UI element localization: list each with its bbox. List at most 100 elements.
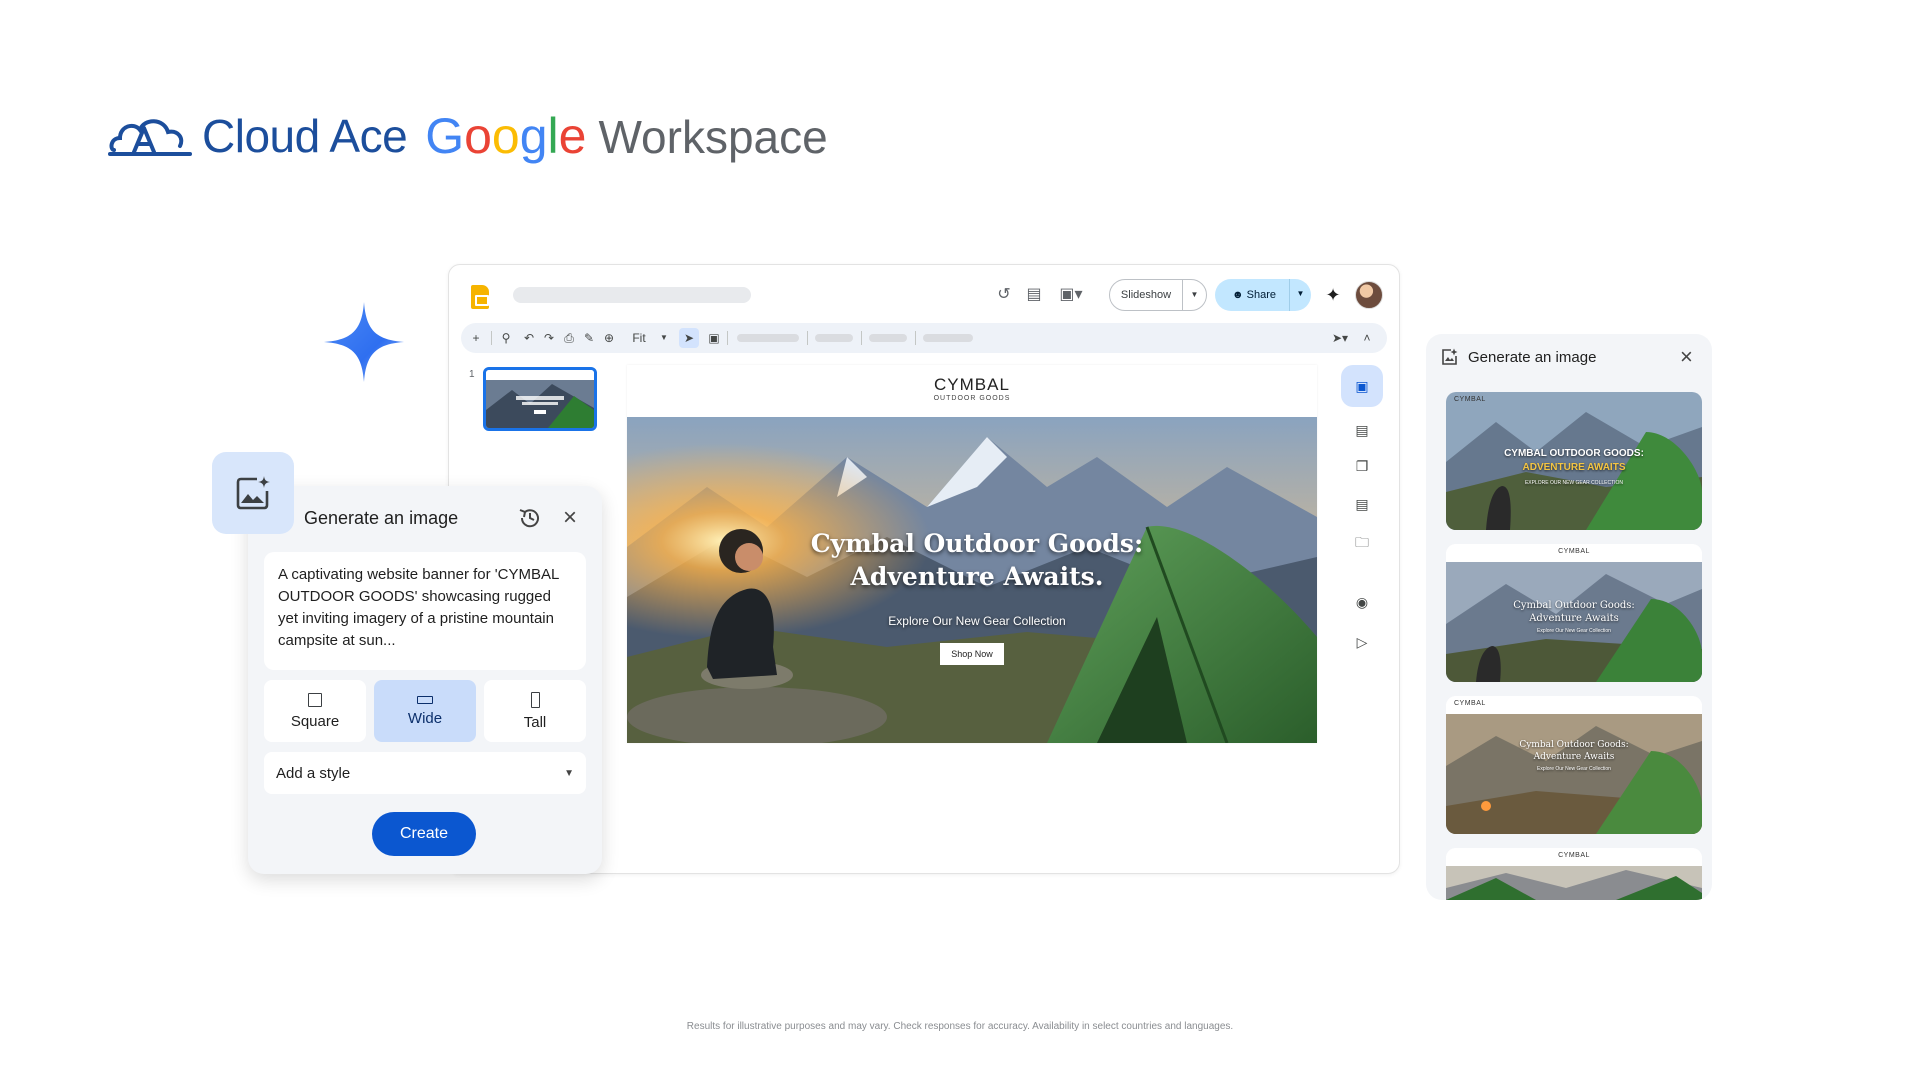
google-letter: o bbox=[464, 108, 492, 164]
result-image[interactable]: CYMBAL Cymbal Outdoor Goods: Adventure A… bbox=[1446, 544, 1702, 682]
zoom-icon[interactable]: ⊕ bbox=[601, 328, 617, 348]
result-image[interactable]: CYMBAL CYMBAL OUTDOOR GOODS: ADVENTURE A… bbox=[1446, 392, 1702, 530]
thumbnail-image bbox=[486, 370, 594, 428]
headline-line: Adventure Awaits. bbox=[850, 562, 1104, 591]
generate-image-icon bbox=[1442, 348, 1458, 365]
redo-icon[interactable]: ↷ bbox=[541, 328, 557, 348]
comment-icon[interactable]: ▤ bbox=[1023, 285, 1045, 305]
google-letter: e bbox=[558, 108, 587, 164]
result-brand: CYMBAL bbox=[1454, 396, 1486, 403]
divider bbox=[727, 331, 728, 345]
editing-toolbar: + ⚲ ↶ ↷ ⎙ ✎ ⊕ Fit ▼ ➤ ▣ ➤▾ ˄ bbox=[461, 323, 1387, 353]
result-image[interactable]: CYMBAL Cymbal Outdoor Goods: Adventure A… bbox=[1446, 696, 1702, 834]
theme-icon[interactable]: ❐ bbox=[1341, 445, 1383, 487]
video-icon[interactable]: ▷ bbox=[1341, 621, 1383, 663]
share-button[interactable]: ☻ Share ▼ bbox=[1215, 279, 1311, 311]
search-icon[interactable]: ⚲ bbox=[497, 328, 515, 348]
textbox-icon[interactable]: ▣ bbox=[705, 328, 723, 348]
slide-thumbnail[interactable] bbox=[483, 367, 597, 431]
people-icon: ☻ bbox=[1232, 289, 1244, 301]
zoom-select[interactable]: Fit bbox=[621, 328, 657, 348]
result-subhead: EXPLORE OUR NEW GEAR COLLECTION bbox=[1524, 480, 1624, 486]
headline-line: Cymbal Outdoor Goods: bbox=[810, 529, 1144, 558]
banner-headline: Cymbal Outdoor Goods: Adventure Awaits. bbox=[777, 527, 1177, 593]
tall-icon bbox=[530, 691, 540, 708]
generate-image-tile[interactable] bbox=[212, 452, 294, 534]
result-headline: Adventure Awaits bbox=[1529, 613, 1619, 624]
slide-brand-sub: OUTDOOR GOODS bbox=[933, 395, 1011, 402]
document-title[interactable] bbox=[513, 287, 751, 303]
shape-wide-button[interactable]: Wide bbox=[374, 680, 476, 742]
shape-tall-button[interactable]: Tall bbox=[484, 680, 586, 742]
shop-now-button[interactable]: Shop Now bbox=[940, 643, 1004, 665]
pen-icon[interactable]: ➤▾ bbox=[1327, 328, 1353, 348]
chevron-down-icon[interactable]: ▼ bbox=[657, 328, 671, 348]
banner-subhead: Explore Our New Gear Collection bbox=[888, 614, 1066, 628]
folder-icon[interactable]: 🗀 bbox=[1341, 521, 1383, 563]
cloud-ace-logo bbox=[108, 119, 192, 156]
zoom-value: Fit bbox=[632, 331, 646, 345]
toolbar-placeholder[interactable] bbox=[869, 334, 907, 342]
style-placeholder: Add a style bbox=[276, 764, 351, 782]
toolbar-placeholder[interactable] bbox=[815, 334, 853, 342]
generate-image-icon[interactable]: ▣ bbox=[1341, 365, 1383, 407]
close-icon[interactable]: × bbox=[1680, 346, 1693, 368]
workspace-wordmark: Workspace bbox=[598, 111, 828, 163]
dropdown-caret-icon: ▼ bbox=[564, 767, 574, 779]
style-dropdown[interactable]: Add a style ▼ bbox=[264, 752, 586, 794]
result-thumbnail bbox=[1446, 696, 1702, 834]
slides-logo[interactable] bbox=[471, 285, 489, 309]
toolbar-placeholder[interactable] bbox=[923, 334, 973, 342]
result-subhead: Explore Our New Gear Collection bbox=[1537, 766, 1611, 772]
panel-title: Generate an image bbox=[1468, 349, 1597, 366]
disclaimer-text: Results for illustrative purposes and ma… bbox=[686, 1021, 1234, 1032]
chevron-down-icon[interactable]: ▼ bbox=[1289, 279, 1311, 311]
close-icon[interactable]: × bbox=[558, 506, 582, 530]
result-headline: ADVENTURE AWAITS bbox=[1522, 462, 1626, 473]
add-icon[interactable]: + bbox=[467, 328, 485, 348]
square-icon bbox=[308, 692, 322, 707]
history-icon[interactable]: ↺ bbox=[993, 285, 1015, 305]
toolbar-placeholder[interactable] bbox=[737, 334, 799, 342]
shape-square-button[interactable]: Square bbox=[264, 680, 366, 742]
image-search-icon[interactable]: ▤ bbox=[1341, 483, 1383, 525]
sparkle-icon[interactable]: ✦ bbox=[1323, 285, 1343, 305]
chevron-up-icon[interactable]: ˄ bbox=[1359, 328, 1375, 348]
share-text: Share bbox=[1246, 289, 1276, 301]
share-label: ☻ Share bbox=[1215, 289, 1289, 301]
result-headline: Adventure Awaits bbox=[1533, 752, 1615, 762]
record-icon[interactable]: ◉ bbox=[1341, 581, 1383, 623]
avatar[interactable] bbox=[1355, 281, 1383, 309]
undo-icon[interactable]: ↶ bbox=[521, 328, 537, 348]
generate-image-icon bbox=[236, 476, 270, 510]
result-brand: CYMBAL bbox=[1558, 852, 1590, 859]
generate-image-card: Generate an image × A captivating websit… bbox=[248, 486, 602, 874]
brand-header: Cloud Ace Google Workspace bbox=[108, 104, 828, 168]
wide-icon bbox=[417, 695, 433, 704]
result-thumbnail bbox=[1446, 392, 1702, 530]
slideshow-button[interactable]: Slideshow ▼ bbox=[1109, 279, 1207, 311]
history-icon[interactable] bbox=[516, 504, 544, 532]
cloud-ace-wordmark: Cloud Ace bbox=[202, 110, 408, 162]
paint-format-icon[interactable]: ✎ bbox=[581, 328, 597, 348]
create-button[interactable]: Create bbox=[372, 812, 476, 856]
google-letter: G bbox=[425, 108, 465, 164]
aspect-ratio-selector: Square Wide Tall bbox=[264, 680, 586, 742]
divider bbox=[491, 331, 492, 345]
side-rail: ▣ ▤ ❐ ▤ 🗀 ◉ ▷ bbox=[1341, 365, 1383, 675]
shape-label: Square bbox=[290, 712, 340, 730]
print-icon[interactable]: ⎙ bbox=[561, 328, 577, 348]
result-brand: CYMBAL bbox=[1454, 700, 1486, 707]
camera-icon[interactable]: ▣▾ bbox=[1055, 285, 1087, 305]
banner-image[interactable]: Cymbal Outdoor Goods: Adventure Awaits. … bbox=[627, 417, 1317, 743]
google-wordmark: Google Workspace bbox=[425, 107, 828, 165]
divider bbox=[915, 331, 916, 345]
slide-brand: CYMBAL bbox=[934, 375, 1010, 394]
result-image[interactable]: CYMBAL bbox=[1446, 848, 1702, 900]
chevron-down-icon[interactable]: ▼ bbox=[1182, 280, 1206, 310]
cursor-icon[interactable]: ➤ bbox=[679, 328, 699, 348]
result-headline: CYMBAL OUTDOOR GOODS: bbox=[1504, 448, 1644, 459]
slide-canvas[interactable]: CYMBAL OUTDOOR GOODS Cymbal Outdoor Good… bbox=[627, 365, 1317, 743]
result-headline: Cymbal Outdoor Goods: bbox=[1519, 740, 1629, 750]
prompt-input[interactable]: A captivating website banner for 'CYMBAL… bbox=[264, 552, 586, 670]
